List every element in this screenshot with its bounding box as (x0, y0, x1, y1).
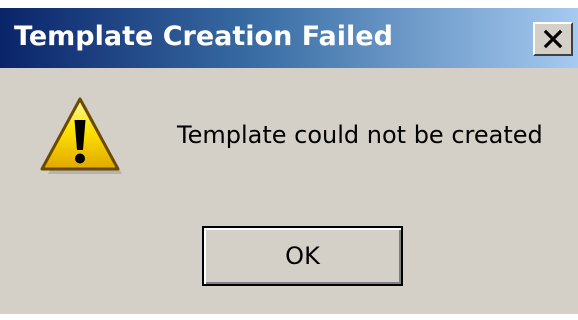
title-bar[interactable]: Template Creation Failed (0, 8, 578, 68)
close-icon (543, 29, 563, 49)
error-dialog: Template Creation Failed Template could … (0, 0, 578, 320)
close-button[interactable] (533, 22, 573, 56)
dialog-title: Template Creation Failed (14, 21, 393, 52)
warning-icon (40, 97, 122, 174)
ok-button[interactable]: OK (202, 226, 403, 286)
window-top-edge (0, 0, 578, 8)
window-bottom-edge (0, 314, 578, 320)
error-message: Template could not be created (177, 121, 543, 149)
